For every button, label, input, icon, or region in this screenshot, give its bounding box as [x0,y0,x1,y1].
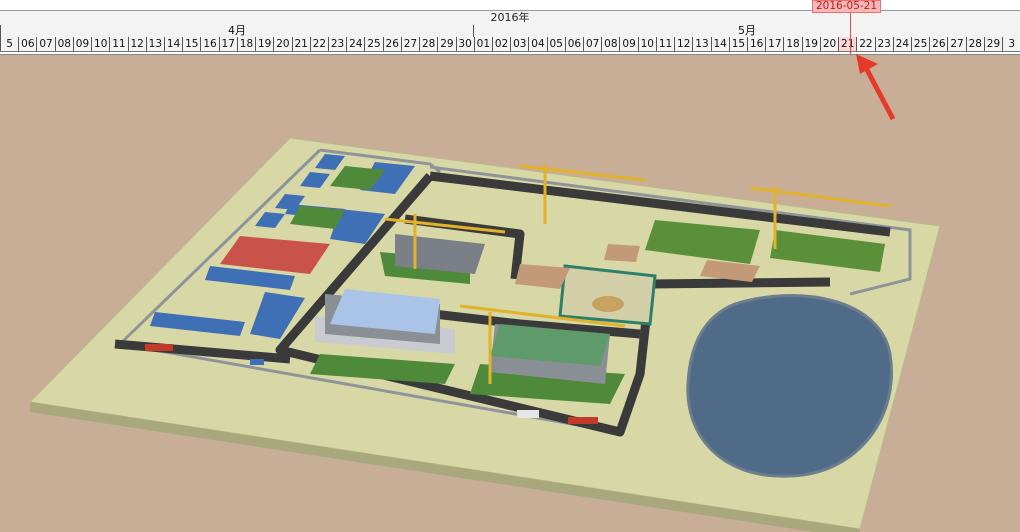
timeline-day-cell[interactable]: 22 [309,37,328,51]
timeline-day-cell[interactable]: 06 [564,37,583,51]
timeline-day-cell[interactable]: 10 [91,37,109,51]
timeline-day-cell[interactable]: 16 [747,37,765,51]
timeline-day-cell[interactable]: 25 [364,37,382,51]
timeline-day-cell[interactable]: 24 [892,37,911,51]
timeline-day-cell[interactable]: 28 [965,37,984,51]
timeline-day-cell[interactable]: 21 [838,37,857,51]
timeline-day-cell[interactable]: 03 [510,37,528,51]
timeline-day-cell[interactable]: 27 [947,37,965,51]
timeline-day-cell[interactable]: 13 [692,37,710,51]
timeline-day-cell[interactable]: 5 [0,37,18,51]
timeline-day-cell[interactable]: 18 [236,37,255,51]
pond [686,294,893,478]
timeline-day-cell[interactable]: 17 [218,37,237,51]
timeline-day-cell[interactable]: 26 [382,37,401,51]
timeline-day-cell[interactable]: 21 [291,37,310,51]
timeline-day-cell[interactable]: 20 [273,37,291,51]
timeline-day-cell[interactable]: 23 [874,37,893,51]
timeline-day-cell[interactable]: 14 [710,37,729,51]
annotation-arrow [856,54,896,121]
timeline-day-cell[interactable]: 28 [419,37,437,51]
timeline-day-cell[interactable]: 25 [911,37,929,51]
timeline-day-row: 5 06 07 08 09 10 11 12 13 14 15 16 17 18 19 20 21 22 23 24 2… [0,37,1020,52]
timeline-day-cell[interactable]: 04 [528,37,546,51]
app-window: 2016年 4月 5月 5 06 07 08 09 10 11 12 13 14 15 16 17 18 1… [0,0,1020,532]
timeline-day-cell[interactable]: 26 [929,37,947,51]
timeline-day-cell[interactable]: 15 [182,37,200,51]
timeline-day-cell[interactable]: 3 [1002,37,1020,51]
timeline-day-cell[interactable]: 30 [455,37,474,51]
timeline-day-cell[interactable]: 02 [491,37,510,51]
timeline-day-cell[interactable]: 05 [546,37,565,51]
timeline-day-cell[interactable]: 09 [72,37,91,51]
timeline-day-cell[interactable]: 19 [255,37,273,51]
timeline-day-cell[interactable]: 19 [801,37,820,51]
timeline-day-cell[interactable]: 07 [583,37,601,51]
timeline-day-cell[interactable]: 23 [327,37,346,51]
timeline-day-cell[interactable]: 17 [765,37,783,51]
timeline-day-cell[interactable]: 11 [109,37,127,51]
timeline-day-cell[interactable]: 01 [473,37,492,51]
year-label: 2016年 [490,11,530,24]
timeline-gantt-header[interactable]: 2016年 4月 5月 5 06 07 08 09 10 11 12 13 14 15 16 17 18 1… [0,0,1020,55]
timeline-day-cell[interactable]: 16 [200,37,218,51]
office-building [310,289,455,384]
timeline-day-cell[interactable]: 14 [163,37,182,51]
timeline-day-cell[interactable]: 18 [783,37,801,51]
timeline-day-cell[interactable]: 27 [400,37,419,51]
timeline-day-cell[interactable]: 24 [346,37,364,51]
timeline-day-cell[interactable]: 12 [127,37,146,51]
timeline-day-cell[interactable]: 10 [637,37,656,51]
timeline-day-cell[interactable]: 29 [983,37,1002,51]
month-april: 4月 [0,25,473,37]
month-may: 5月 [473,25,1020,37]
timeline-day-cell[interactable]: 29 [437,37,455,51]
timeline-day-cell[interactable]: 11 [655,37,674,51]
3d-site-viewport[interactable] [0,54,1020,532]
timeline-day-cell[interactable]: 12 [674,37,692,51]
timeline-day-cell[interactable]: 22 [856,37,874,51]
timeline-day-cell[interactable]: 13 [145,37,164,51]
current-date-label[interactable]: 2016-05-21 [812,0,882,13]
timeline-day-cell[interactable]: 09 [619,37,637,51]
timeline-day-cell[interactable]: 07 [36,37,54,51]
timeline-day-cell[interactable]: 08 [601,37,619,51]
timeline-day-cell[interactable]: 20 [819,37,838,51]
timeline-day-cell[interactable]: 08 [54,37,73,51]
timeline-day-cell[interactable]: 06 [18,37,36,51]
timeline-day-cell[interactable]: 15 [728,37,747,51]
